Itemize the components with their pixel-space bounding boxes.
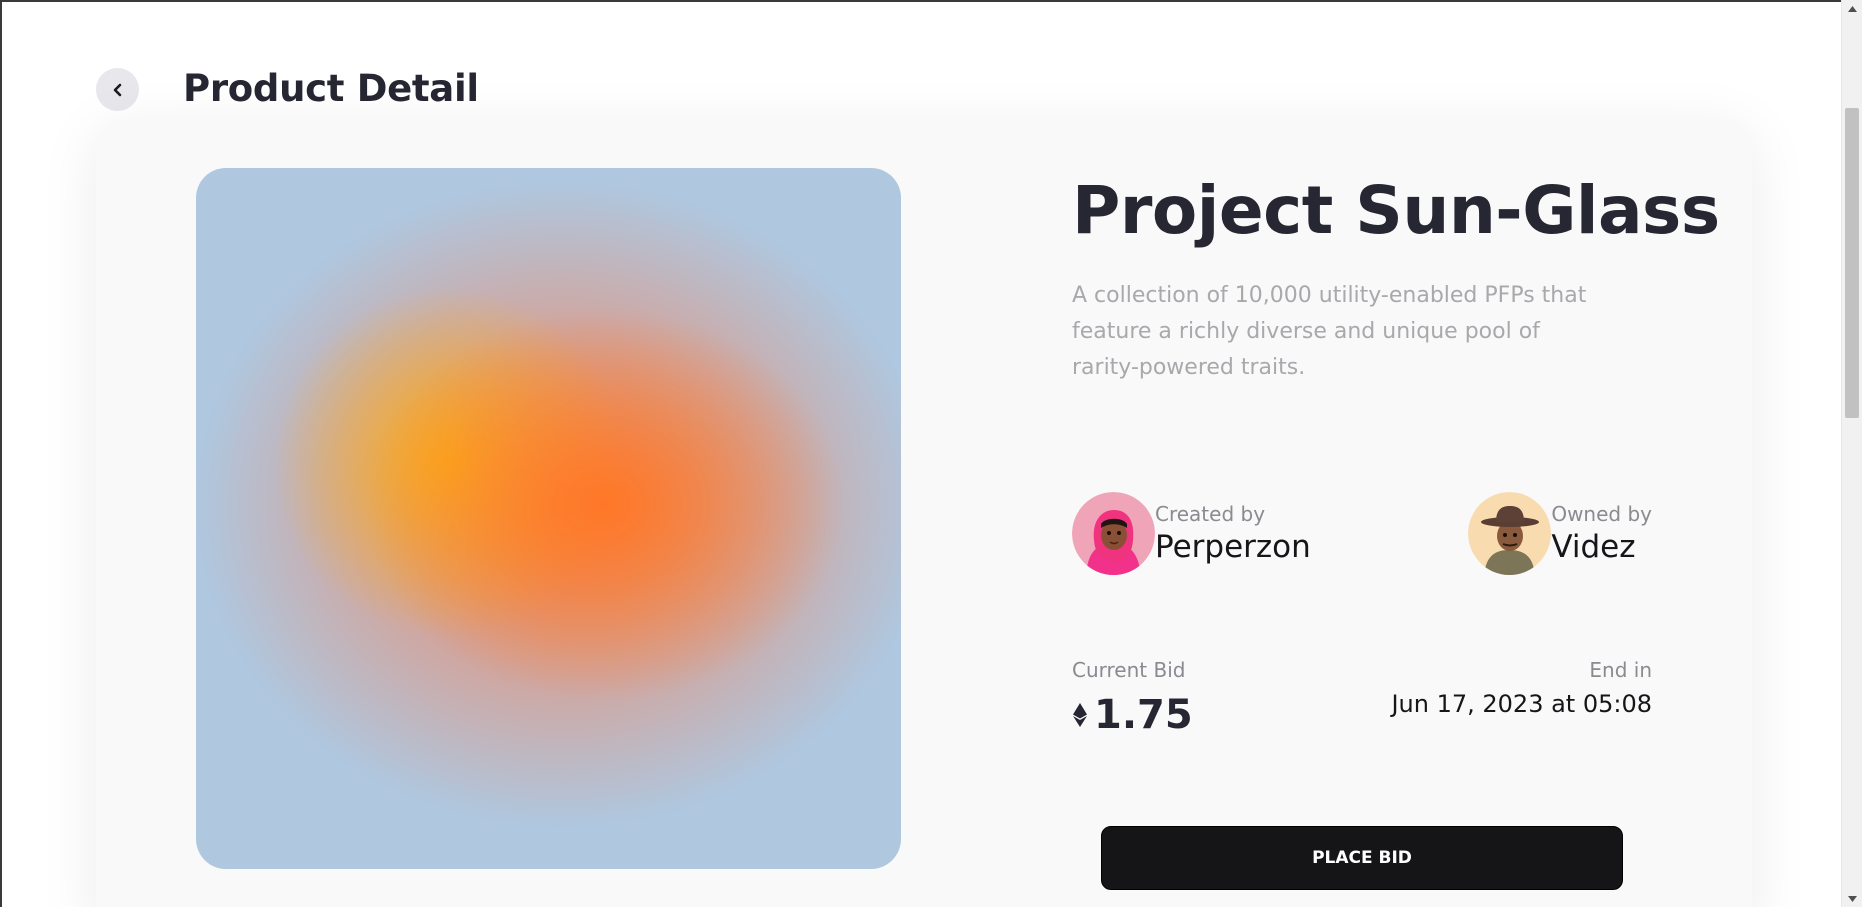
product-description: A collection of 10,000 utility-enabled P… [1072,283,1587,380]
end-in-value: Jun 17, 2023 at 05:08 [1391,690,1652,718]
scroll-down-arrow-icon[interactable] [1842,890,1862,907]
creator-avatar [1072,492,1155,575]
back-button[interactable] [96,68,139,111]
end-in-label: End in [1589,658,1652,682]
scroll-up-arrow-icon[interactable] [1842,0,1862,17]
product-artwork[interactable] [196,168,901,869]
creator-block[interactable]: Created by Perperzon [1072,492,1311,575]
current-bid-label: Current Bid [1072,658,1186,682]
product-card: Project Sun-Glass A collection of 10,000… [96,120,1752,907]
owner-name[interactable]: Videz [1551,527,1652,567]
scrollbar-thumb[interactable] [1845,108,1859,418]
page-title: Product Detail [183,67,479,110]
ethereum-icon [1072,702,1088,728]
product-title: Project Sun-Glass [1072,172,1720,249]
creator-label: Created by [1155,501,1266,526]
owner-avatar [1468,492,1552,575]
page-viewport: Product Detail Project Sun-Glass A colle… [0,0,1841,907]
bid-amount: 1.75 [1094,692,1193,738]
place-bid-button[interactable]: PLACE BID [1101,826,1623,890]
chevron-left-icon [110,82,126,98]
current-bid-value: 1.75 [1072,690,1193,740]
vertical-scrollbar[interactable] [1841,0,1862,907]
creator-name[interactable]: Perperzon [1155,527,1311,567]
owner-label: Owned by [1551,501,1652,526]
owner-block[interactable]: Owned by Videz [1468,492,1652,575]
